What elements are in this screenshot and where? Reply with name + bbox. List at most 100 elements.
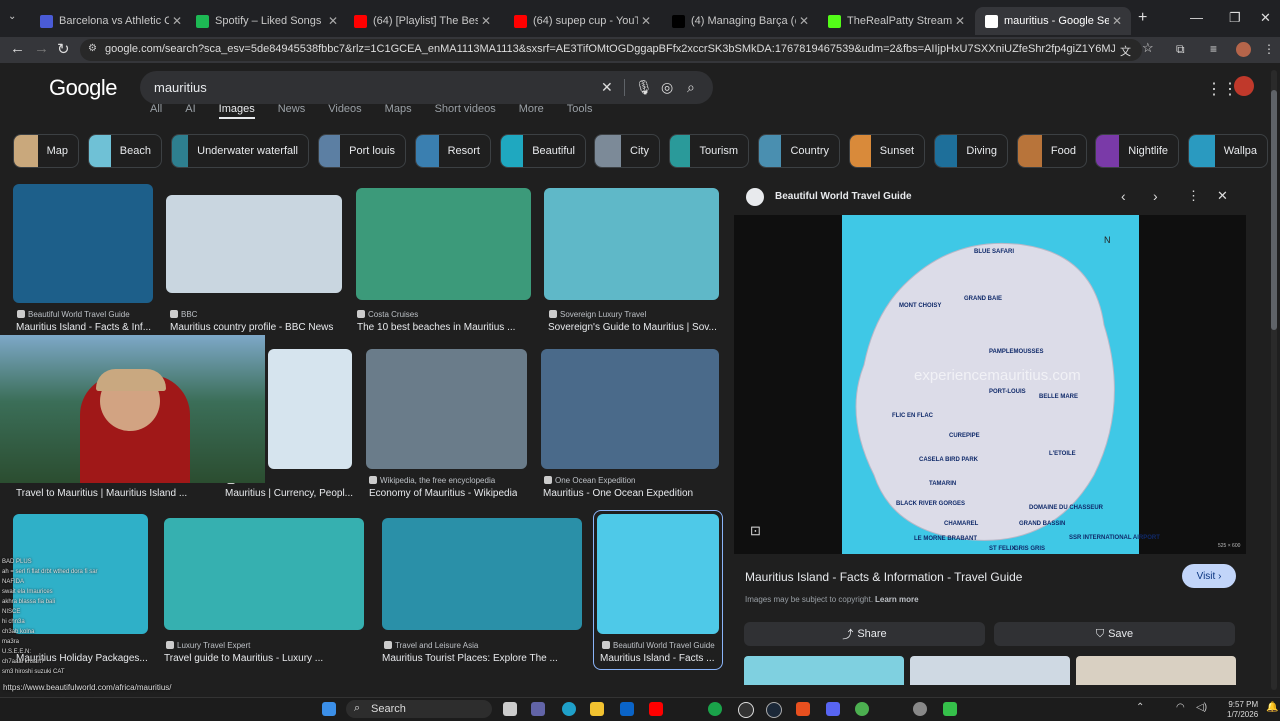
search-tab[interactable]: Maps (385, 103, 412, 115)
chip-port-louis[interactable]: Port louis (318, 134, 406, 168)
panel-source-name[interactable]: Beautiful World Travel Guide (775, 191, 912, 202)
browser-tab[interactable]: TheRealPatty Stream - Watch L✕ (818, 7, 974, 35)
result-image[interactable] (544, 188, 719, 300)
discord-icon[interactable] (826, 702, 840, 716)
save-button[interactable]: ⛉ Save (994, 622, 1235, 646)
panel-close-icon[interactable]: ✕ (1217, 188, 1228, 204)
chip-wallpa[interactable]: Wallpa (1188, 134, 1268, 168)
result-image[interactable] (541, 349, 719, 469)
steam-icon[interactable] (766, 702, 782, 718)
search-icon[interactable]: ⌕ (687, 79, 695, 96)
address-bar[interactable]: ⚙ google.com/search?sca_esv=5de84945538f… (80, 39, 1142, 61)
result-source[interactable]: Luxury Travel Expert (166, 641, 250, 650)
result-image[interactable] (268, 349, 352, 469)
app-icon[interactable] (913, 702, 927, 716)
chip-nightlife[interactable]: Nightlife (1095, 134, 1179, 168)
result-image[interactable] (366, 349, 527, 469)
chip-country[interactable]: Country (758, 134, 840, 168)
share-button[interactable]: ⤴ Share (744, 622, 985, 646)
translate-icon[interactable]: 文 (1120, 43, 1131, 59)
result-image[interactable] (164, 518, 364, 630)
search-input[interactable]: mauritius (154, 80, 207, 95)
close-window-icon[interactable]: ✕ (1260, 10, 1271, 26)
forward-icon[interactable]: → (34, 40, 49, 57)
chip-tourism[interactable]: Tourism (669, 134, 749, 168)
result-source[interactable]: Wikipedia, the free encyclopedia (369, 476, 495, 485)
teams-icon[interactable] (531, 702, 545, 716)
chip-beautiful[interactable]: Beautiful (500, 134, 586, 168)
youtube-icon[interactable] (649, 702, 663, 716)
browser-tab[interactable]: (64) [Playlist] The Best of C✕ (344, 7, 500, 35)
system-clock[interactable]: 9:57 PM 1/7/2026 (1227, 700, 1258, 720)
back-icon[interactable]: ← (10, 40, 25, 57)
chip-sunset[interactable]: Sunset (849, 134, 925, 168)
chip-underwater-waterfall[interactable]: Underwater waterfall (171, 134, 309, 168)
notification-icon[interactable]: 🔔 (1266, 702, 1278, 713)
visit-button[interactable]: Visit › (1182, 564, 1236, 588)
result-title[interactable]: Sovereign's Guide to Mauritius | Sov... (548, 322, 717, 333)
panel-more-icon[interactable]: ⋮ (1187, 188, 1200, 204)
result-source[interactable]: One Ocean Expedition (544, 476, 636, 485)
extensions-icon[interactable]: ⧉ (1176, 42, 1185, 57)
result-image[interactable] (13, 184, 153, 303)
reading-list-icon[interactable]: ≡ (1210, 42, 1217, 56)
result-title[interactable]: Mauritius - One Ocean Expedition (543, 488, 693, 499)
tray-chevron-icon[interactable]: ⌃ (1136, 702, 1144, 713)
search-tab[interactable]: Tools (567, 103, 593, 115)
result-title[interactable]: Travel to Mauritius | Mauritius Island .… (16, 488, 187, 499)
tab-search-chevron-icon[interactable]: ⌄ (8, 11, 16, 22)
search-tab[interactable]: AI (185, 103, 195, 115)
clear-search-icon[interactable]: ✕ (601, 79, 613, 96)
browser-tab[interactable]: Spotify – Liked Songs ✕ (186, 7, 347, 35)
lens-search-icon[interactable]: ⊡ (750, 523, 761, 539)
start-icon[interactable] (322, 702, 336, 716)
chip-food[interactable]: Food (1017, 134, 1087, 168)
result-title[interactable]: Economy of Mauritius - Wikipedia (369, 488, 517, 499)
result-title[interactable]: Mauritius Tourist Places: Explore The ..… (382, 653, 558, 664)
chip-diving[interactable]: Diving (934, 134, 1008, 168)
chip-beach[interactable]: Beach (88, 134, 162, 168)
search-tab[interactable]: Short videos (435, 103, 496, 115)
search-tab[interactable]: More (519, 103, 544, 115)
search-tab[interactable]: Images (218, 103, 255, 119)
xbox-icon[interactable] (708, 702, 722, 716)
maximize-icon[interactable]: ❐ (1229, 10, 1241, 26)
related-thumb[interactable] (744, 656, 904, 685)
result-source[interactable]: Travel and Leisure Asia (384, 641, 478, 650)
result-title[interactable]: The 10 best beaches in Mauritius ... (357, 322, 515, 333)
site-info-icon[interactable]: ⚙ (88, 43, 97, 54)
tab-close-icon[interactable]: ✕ (796, 14, 812, 28)
tab-close-icon[interactable]: ✕ (478, 14, 494, 28)
panel-title[interactable]: Mauritius Island - Facts & Information -… (745, 570, 1022, 584)
tab-close-icon[interactable]: ✕ (1109, 14, 1125, 28)
bookmark-star-icon[interactable]: ☆ (1142, 40, 1154, 56)
search-tab[interactable]: All (150, 103, 162, 115)
game-launcher-icon[interactable] (943, 702, 957, 716)
browser-tab[interactable]: Barcelona vs Athletic Club live s✕ (30, 7, 191, 35)
chrome-icon[interactable] (855, 702, 869, 716)
result-source[interactable]: Beautiful World Travel Guide (17, 310, 130, 319)
result-image[interactable] (382, 518, 582, 630)
browser-tab[interactable]: (4) Managing Barça (@Manag✕ (662, 7, 818, 35)
learn-more-link[interactable]: Learn more (875, 595, 919, 604)
new-tab-button[interactable]: + (1138, 9, 1147, 27)
result-title[interactable]: Travel guide to Mauritius - Luxury ... (164, 653, 323, 664)
search-tab[interactable]: Videos (328, 103, 361, 115)
reload-icon[interactable]: ↻ (57, 40, 70, 58)
result-image[interactable] (356, 188, 531, 300)
brave-icon[interactable] (796, 702, 810, 716)
result-source[interactable]: Sovereign Luxury Travel (549, 310, 646, 319)
tab-close-icon[interactable]: ✕ (325, 14, 341, 28)
related-thumb[interactable] (910, 656, 1070, 685)
chip-city[interactable]: City (594, 134, 660, 168)
task-view-icon[interactable] (503, 702, 517, 716)
tab-close-icon[interactable]: ✕ (952, 14, 968, 28)
browser-menu-icon[interactable]: ⋮ (1263, 42, 1275, 56)
edge-icon[interactable] (562, 702, 576, 716)
result-title[interactable]: Mauritius | Currency, Peopl... (225, 488, 353, 499)
voice-search-icon[interactable]: 🎙 (635, 79, 653, 96)
page-scrollbar[interactable] (1271, 70, 1277, 690)
scrollbar-thumb[interactable] (1271, 90, 1277, 330)
minimize-icon[interactable]: — (1190, 10, 1203, 25)
result-title[interactable]: Mauritius country profile - BBC News (170, 322, 333, 333)
